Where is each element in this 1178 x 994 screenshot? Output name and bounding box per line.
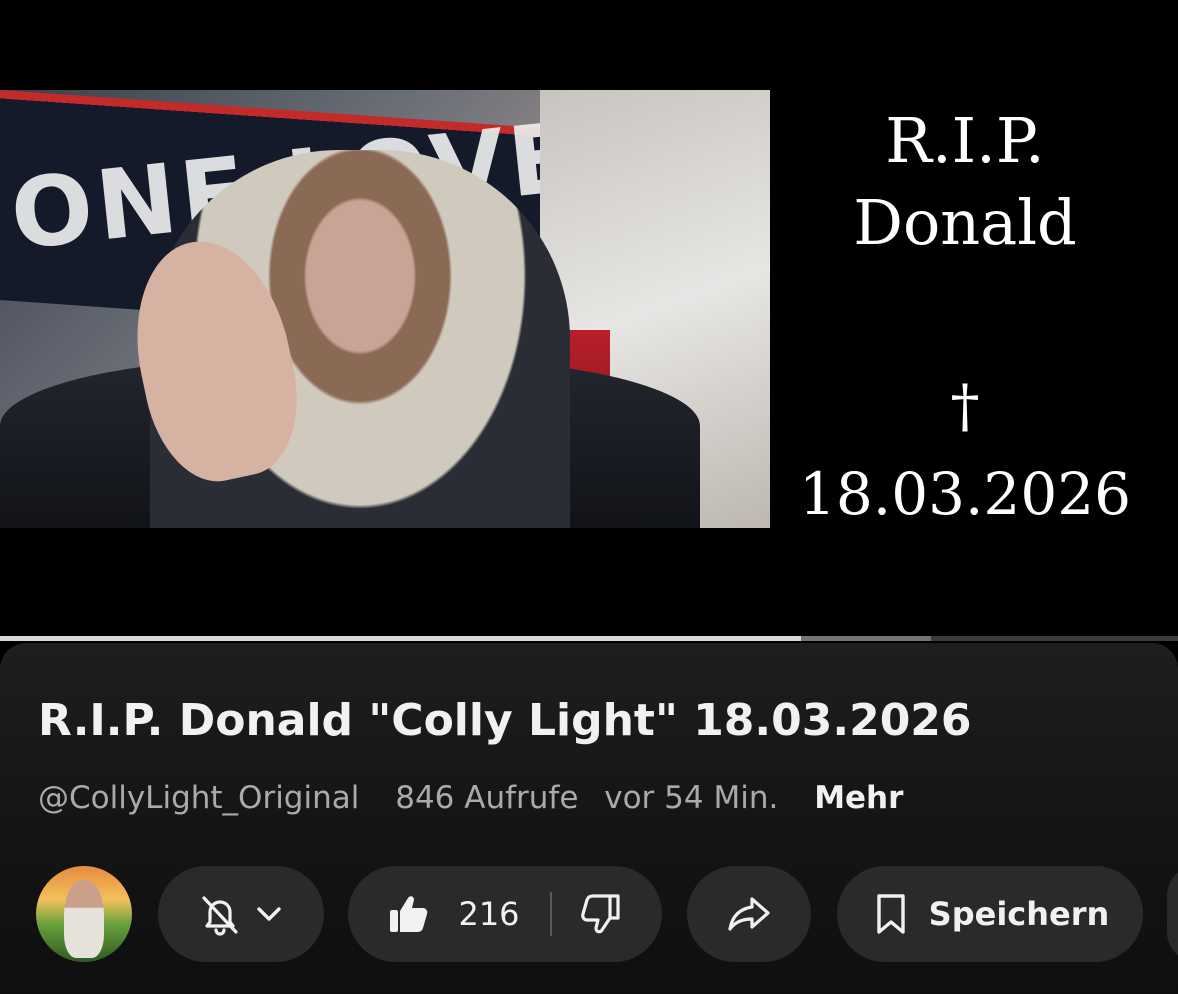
video-title[interactable]: R.I.P. Donald "Colly Light" 18.03.2026: [38, 695, 972, 746]
like-divider: [549, 892, 552, 936]
chevron-down-icon: [252, 897, 286, 931]
video-info-panel: R.I.P. Donald "Colly Light" 18.03.2026 @…: [0, 643, 1178, 994]
like-count: 216: [458, 895, 520, 933]
upload-age: vor 54 Min.: [604, 780, 779, 816]
action-bar: 216 Speichern: [36, 866, 1178, 962]
overlay-date: 18.03.2026: [798, 460, 1132, 528]
save-label: Speichern: [928, 895, 1110, 933]
more-link[interactable]: Mehr: [814, 780, 903, 816]
view-count: 846 Aufrufe: [395, 780, 579, 816]
thumbs-up-icon[interactable]: [386, 892, 430, 936]
progress-bar[interactable]: [0, 636, 1178, 641]
video-thumbnail-image: ONE LOVE: [0, 90, 770, 528]
subscription-notification-button[interactable]: [158, 866, 324, 962]
channel-avatar[interactable]: [36, 866, 132, 962]
share-button[interactable]: [687, 866, 811, 962]
cross-symbol: †: [950, 372, 980, 440]
overlay-title: R.I.P. Donald: [853, 104, 1077, 259]
avatar-figure: [64, 880, 104, 958]
like-dislike-group: 216: [348, 866, 662, 962]
channel-handle[interactable]: @CollyLight_Original: [38, 780, 359, 816]
share-icon: [726, 891, 772, 937]
more-actions-button[interactable]: [1167, 866, 1178, 962]
bell-off-icon: [196, 890, 244, 938]
progress-played: [0, 636, 801, 641]
video-player[interactable]: ONE LOVE R.I.P. Donald † 18.03.2026: [0, 0, 1178, 638]
thumbs-down-icon[interactable]: [580, 892, 624, 936]
save-button[interactable]: Speichern: [837, 866, 1143, 962]
bookmark-icon: [871, 892, 911, 936]
video-meta: @CollyLight_Original 846 Aufrufe vor 54 …: [38, 780, 903, 816]
